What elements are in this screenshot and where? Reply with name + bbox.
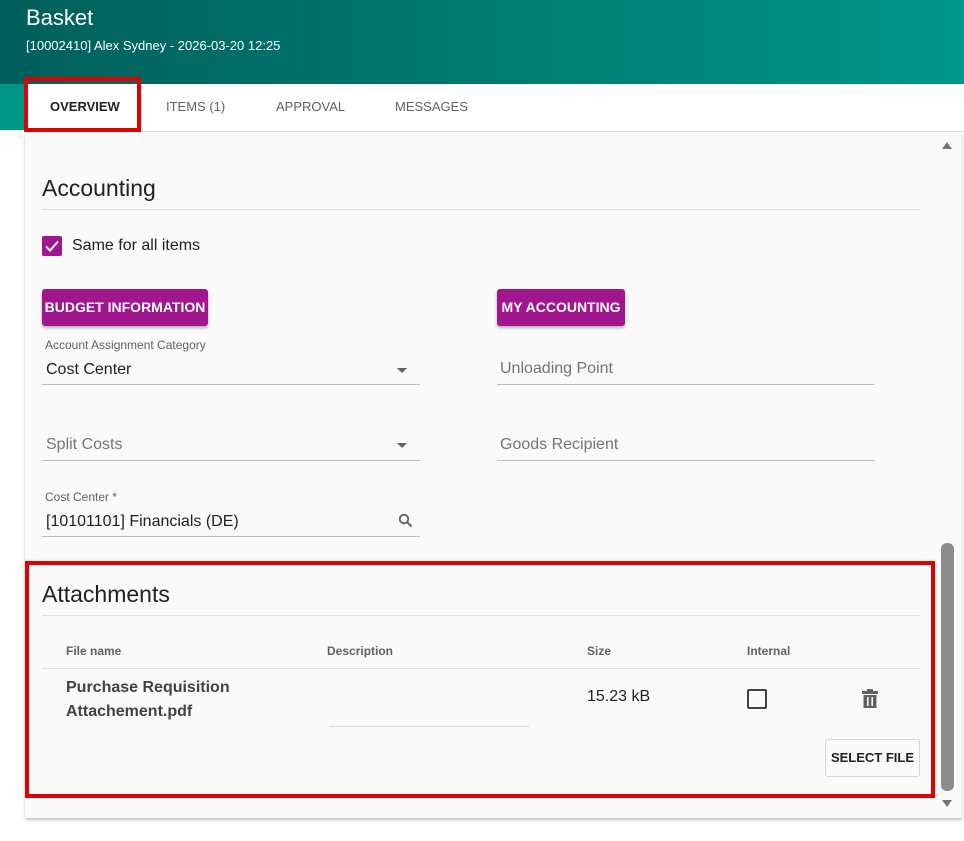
scroll-down-icon[interactable] [942, 800, 952, 807]
check-icon [45, 240, 59, 252]
accounting-divider [42, 209, 920, 210]
header-left-strip [0, 84, 25, 130]
attachments-highlight [25, 561, 935, 798]
split-costs-underline [42, 460, 420, 461]
basket-subtitle: [10002410] Alex Sydney - 2026-03-20 12:2… [26, 38, 281, 53]
tab-bar: OVERVIEW ITEMS (1) APPROVAL MESSAGES [25, 84, 964, 132]
cost-center-label: Cost Center * [45, 490, 118, 504]
budget-information-button[interactable]: BUDGET INFORMATION [42, 289, 208, 326]
goods-recipient-input[interactable]: Goods Recipient [500, 436, 618, 454]
split-costs-select[interactable]: Split Costs [46, 436, 122, 454]
scroll-up-icon[interactable] [942, 142, 952, 149]
same-for-all-checkbox[interactable] [42, 236, 62, 256]
scrollbar-thumb[interactable] [941, 543, 954, 791]
cost-center-underline [42, 536, 420, 537]
goods-recipient-underline [497, 460, 875, 461]
accounting-title: Accounting [42, 175, 156, 201]
assignment-category-underline [42, 384, 420, 385]
assignment-category-label: Account Assignment Category [45, 338, 206, 352]
overview-tab-highlight [24, 77, 141, 132]
dropdown-arrow-icon[interactable] [397, 443, 407, 448]
tab-items[interactable]: ITEMS (1) [166, 84, 225, 130]
unloading-point-underline [497, 384, 875, 385]
dropdown-arrow-icon[interactable] [397, 368, 407, 373]
app-header: Basket [10002410] Alex Sydney - 2026-03-… [0, 0, 964, 84]
search-icon[interactable] [398, 513, 413, 528]
cost-center-input[interactable]: [10101101] Financials (DE) [46, 513, 239, 531]
unloading-point-input[interactable]: Unloading Point [500, 360, 613, 378]
assignment-category-select[interactable]: Cost Center [46, 361, 131, 379]
same-for-all-label: Same for all items [72, 237, 201, 254]
tab-messages[interactable]: MESSAGES [395, 84, 468, 130]
my-accounting-button[interactable]: MY ACCOUNTING [497, 289, 625, 326]
tab-approval[interactable]: APPROVAL [276, 84, 345, 130]
page-title: Basket [26, 5, 94, 30]
